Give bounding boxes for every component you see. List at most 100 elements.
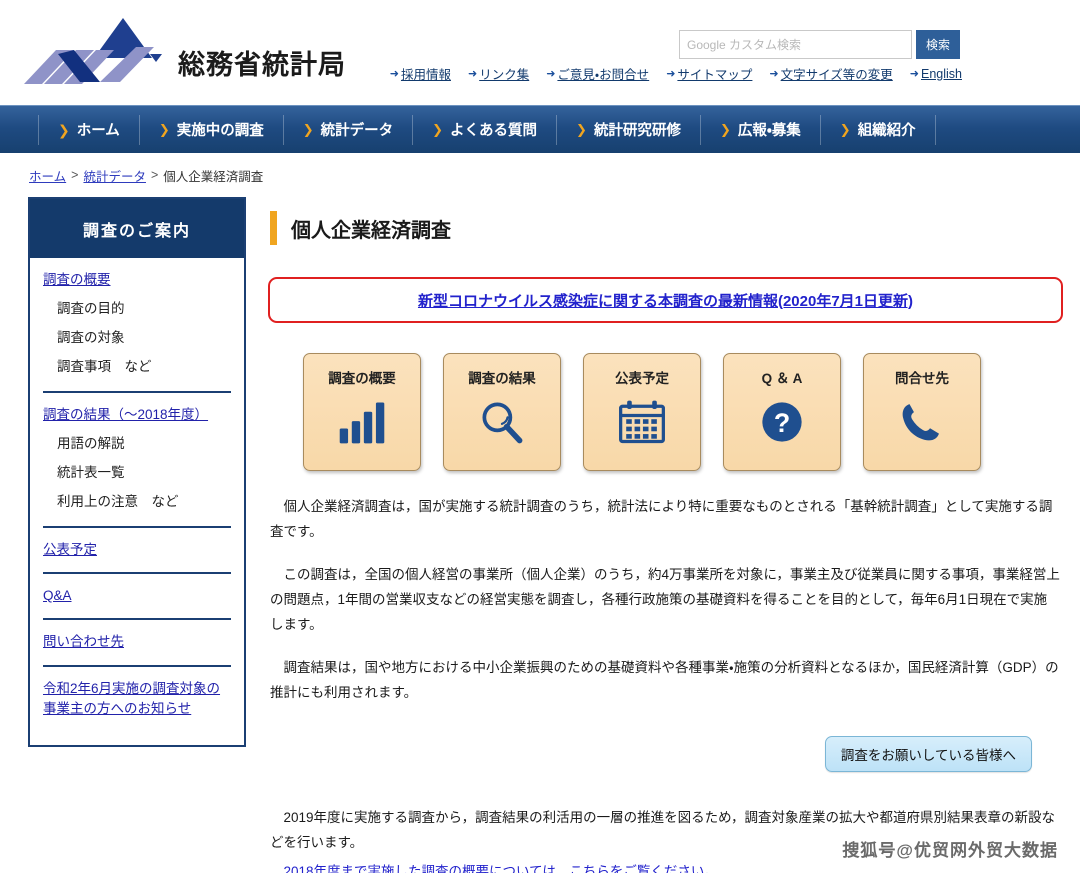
- sidebar-item-qa[interactable]: Q&A: [43, 586, 231, 606]
- util-link-label: 採用情報: [401, 64, 451, 83]
- card-qa[interactable]: Q ＆ A ?: [723, 353, 841, 471]
- util-link-contact[interactable]: ➜ ご意見・お問合せ: [546, 64, 649, 83]
- util-link-sitemap[interactable]: ➜ サイトマップ: [666, 64, 752, 83]
- card-label: 調査の結果: [468, 367, 536, 387]
- watermark: 搜狐号@优贸网外贸大数据: [842, 836, 1058, 861]
- magnifier-icon: [474, 396, 530, 448]
- sidebar-group-qa: Q&A: [43, 574, 231, 620]
- mountain-chevron-logo-icon: [22, 14, 172, 90]
- main-content: 個人企業経済調査 新型コロナウイルス感染症に関する本調査の最新情報(2020年7…: [270, 197, 1080, 873]
- util-link-label: リンク集: [479, 64, 529, 83]
- breadcrumb-separator: >: [71, 168, 78, 182]
- sidebar-subitem-table-list: 統計表一覧: [43, 464, 231, 483]
- covid-alert-link[interactable]: 新型コロナウイルス感染症に関する本調査の最新情報(2020年7月1日更新): [418, 290, 913, 311]
- arrow-right-icon: ➜: [390, 67, 399, 80]
- chevron-down-icon: ❯: [840, 123, 851, 136]
- site-header: 総務省統計局 検索 ➜ 採用情報 ➜ リンク集 ➜ ご意見・お問合せ ➜ サイト…: [0, 0, 1080, 105]
- nav-item-label: 統計データ: [321, 119, 394, 140]
- sidebar-subitem-target: 調査の対象: [43, 329, 231, 348]
- sidebar-item-survey-results[interactable]: 調査の結果（～2018年度）: [43, 405, 231, 425]
- chevron-down-icon: ❯: [159, 123, 170, 136]
- util-link-recruit[interactable]: ➜ 採用情報: [390, 64, 451, 83]
- nav-item-statistical-data[interactable]: ❯ 統計データ: [284, 115, 413, 145]
- nav-item-ongoing-surveys[interactable]: ❯ 実施中の調査: [140, 115, 284, 145]
- nav-item-research-training[interactable]: ❯ 統計研究研修: [557, 115, 701, 145]
- util-link-label: ご意見・お問合せ: [557, 64, 649, 83]
- breadcrumb-item-current: 個人企業経済調査: [163, 166, 263, 185]
- sidebar-group-overview: 調査の概要 調査の目的 調査の対象 調査事項 など: [43, 258, 231, 393]
- page-title: 個人企業経済調査: [291, 214, 451, 243]
- sidebar-subitem-items: 調査事項 など: [43, 358, 231, 377]
- card-release-schedule[interactable]: 公表予定: [583, 353, 701, 471]
- card-label: 調査の概要: [328, 367, 396, 387]
- card-label: Q ＆ A: [762, 367, 803, 387]
- breadcrumb-separator: >: [151, 168, 158, 182]
- sidebar-group-schedule: 公表予定: [43, 528, 231, 574]
- sidebar-group-contact: 問い合わせ先: [43, 620, 231, 666]
- svg-text:?: ?: [774, 408, 790, 438]
- sidebar-item-survey-overview[interactable]: 調査の概要: [43, 270, 231, 290]
- page-title-row: 個人企業経済調査: [270, 197, 1080, 245]
- title-accent-bar: [270, 211, 277, 245]
- util-link-label: 文字サイズ等の変更: [781, 64, 893, 83]
- question-mark-circle-icon: ?: [754, 396, 810, 448]
- breadcrumb: ホーム > 統計データ > 個人企業経済調査: [0, 153, 1080, 197]
- main-navigation: ❯ ホーム ❯ 実施中の調査 ❯ 統計データ ❯ よくある質問 ❯ 統計研究研修…: [0, 105, 1080, 153]
- sidebar-item-notice[interactable]: 令和2年6月実施の調査対象の事業主の方へのお知らせ: [43, 679, 231, 720]
- nav-item-label: 統計研究研修: [594, 119, 681, 140]
- survey-request-button[interactable]: 調査をお願いしている皆様へ: [825, 736, 1032, 772]
- sidebar-item-release-schedule[interactable]: 公表予定: [43, 540, 231, 560]
- arrow-right-icon: ➜: [769, 67, 778, 80]
- nav-item-pr-recruitment[interactable]: ❯ 広報・募集: [701, 115, 821, 145]
- quick-link-cards: 調査の概要 調査の結果: [270, 353, 1080, 471]
- search-area: 検索: [679, 30, 960, 59]
- body-paragraph-3: 調査結果は，国や地方における中小企業振興のための基礎資料や各種事業・施策の分析資…: [270, 656, 1060, 706]
- chevron-down-icon: ❯: [303, 123, 314, 136]
- past-survey-overview-link[interactable]: 2018年度まで実施した調査の概要については，こちらをご覧ください。: [284, 860, 718, 873]
- sidebar-body: 調査の概要 調査の目的 調査の対象 調査事項 など 調査の結果（～2018年度）…: [30, 258, 244, 731]
- util-link-label: English: [921, 67, 962, 81]
- arrow-right-icon: ➜: [546, 67, 555, 80]
- calendar-icon: [614, 396, 670, 448]
- nav-item-label: 組織紹介: [858, 119, 916, 140]
- page-root: 総務省統計局 検索 ➜ 採用情報 ➜ リンク集 ➜ ご意見・お問合せ ➜ サイト…: [0, 0, 1080, 873]
- sidebar-heading: 調査のご案内: [30, 199, 244, 258]
- sidebar-group-results: 調査の結果（～2018年度） 用語の解説 統計表一覧 利用上の注意 など: [43, 393, 231, 528]
- card-label: 公表予定: [615, 367, 669, 387]
- site-name: 総務省統計局: [178, 43, 346, 82]
- sidebar-subitem-glossary: 用語の解説: [43, 435, 231, 454]
- chevron-down-icon: ❯: [432, 123, 443, 136]
- bar-chart-icon: [334, 396, 390, 448]
- util-link-label: サイトマップ: [677, 64, 752, 83]
- search-input[interactable]: [679, 30, 912, 59]
- sidebar-subitem-purpose: 調査の目的: [43, 300, 231, 319]
- util-link-links[interactable]: ➜ リンク集: [468, 64, 529, 83]
- breadcrumb-item-home[interactable]: ホーム: [29, 166, 66, 185]
- util-link-fontsize[interactable]: ➜ 文字サイズ等の変更: [769, 64, 892, 83]
- nav-item-label: よくある質問: [450, 119, 537, 140]
- utility-links: ➜ 採用情報 ➜ リンク集 ➜ ご意見・お問合せ ➜ サイトマップ ➜ 文字サイ…: [390, 64, 962, 83]
- search-button[interactable]: 検索: [916, 30, 960, 59]
- nav-item-organization[interactable]: ❯ 組織紹介: [821, 115, 936, 145]
- chevron-down-icon: ❯: [576, 123, 587, 136]
- nav-item-label: 実施中の調査: [177, 119, 264, 140]
- sidebar: 調査のご案内 調査の概要 調査の目的 調査の対象 調査事項 など 調査の結果（～…: [28, 197, 246, 747]
- nav-item-faq[interactable]: ❯ よくある質問: [413, 115, 557, 145]
- card-label: 問合せ先: [895, 367, 949, 387]
- body-paragraph-2: この調査は，全国の個人経営の事業所（個人企業）のうち，約4万事業所を対象に，事業…: [270, 563, 1060, 638]
- card-survey-results[interactable]: 調査の結果: [443, 353, 561, 471]
- nav-item-label: ホーム: [77, 119, 120, 140]
- site-logo[interactable]: 総務省統計局: [22, 14, 346, 90]
- sidebar-item-contact[interactable]: 問い合わせ先: [43, 632, 231, 652]
- arrow-right-icon: ➜: [666, 67, 675, 80]
- arrow-right-icon: ➜: [910, 67, 919, 80]
- card-contact[interactable]: 問合せ先: [863, 353, 981, 471]
- telephone-icon: [894, 396, 950, 448]
- nav-item-home[interactable]: ❯ ホーム: [38, 115, 140, 145]
- util-link-english[interactable]: ➜ English: [910, 67, 962, 81]
- card-survey-overview[interactable]: 調査の概要: [303, 353, 421, 471]
- breadcrumb-item-statistical-data[interactable]: 統計データ: [83, 166, 146, 185]
- covid-alert-box[interactable]: 新型コロナウイルス感染症に関する本調査の最新情報(2020年7月1日更新): [268, 277, 1063, 323]
- arrow-right-icon: ➜: [468, 67, 477, 80]
- sidebar-subitem-usage-notes: 利用上の注意 など: [43, 493, 231, 512]
